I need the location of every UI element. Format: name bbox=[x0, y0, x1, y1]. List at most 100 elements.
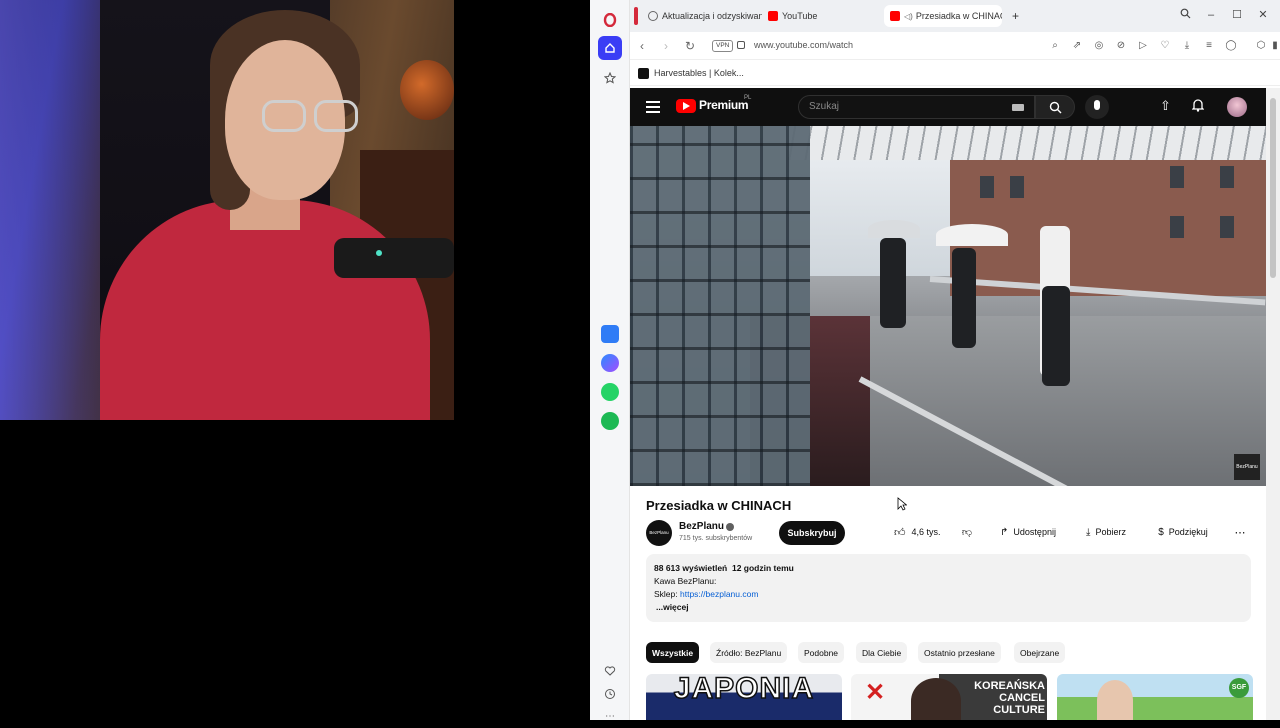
scrollbar-thumb[interactable] bbox=[1270, 98, 1276, 278]
minimize-icon[interactable]: – bbox=[1204, 8, 1218, 22]
tab-przesiadka[interactable]: ◁) Przesiadka w CHINACH bbox=[884, 5, 1002, 27]
video-scene-pedestrian bbox=[952, 248, 976, 348]
tab-bar: Aktualizacja i odzyskiwanie YouTube ◁) P… bbox=[630, 0, 1280, 32]
bookmark-harvestables[interactable]: Harvestables | Kolek... bbox=[654, 68, 744, 78]
premium-region: PL bbox=[744, 95, 752, 101]
bookmarks-bar: Harvestables | Kolek... bbox=[630, 62, 1280, 86]
tab-aktualizacja[interactable]: Aktualizacja i odzyskiwanie bbox=[648, 5, 762, 27]
bookmark-favicon-icon bbox=[638, 68, 649, 79]
back-icon[interactable]: ‹ bbox=[634, 38, 650, 54]
star-icon[interactable] bbox=[598, 66, 622, 90]
tab-island-marker bbox=[634, 7, 638, 25]
search-input[interactable]: Szukaj bbox=[798, 95, 1035, 119]
spotify-icon[interactable] bbox=[598, 409, 622, 433]
extensions-icon[interactable]: ⬡ bbox=[1254, 39, 1268, 53]
history-icon[interactable] bbox=[598, 682, 622, 706]
whatsapp-icon[interactable] bbox=[598, 380, 622, 404]
app-store-icon[interactable] bbox=[598, 322, 622, 346]
share-icon: ↱ bbox=[1000, 526, 1009, 538]
forward-icon[interactable]: › bbox=[658, 38, 674, 54]
adblock-icon[interactable]: ⊘ bbox=[1114, 39, 1128, 53]
heart-icon[interactable] bbox=[598, 659, 622, 683]
youtube-page: Premium PL Szukaj ⇧ BezPlanu Przesiadka … bbox=[630, 88, 1266, 720]
like-button[interactable]: 👍︎ 4,6 tys. bbox=[888, 520, 948, 544]
webcam-microphone-led bbox=[376, 250, 382, 256]
maximize-icon[interactable]: ☐ bbox=[1230, 8, 1244, 22]
subscribe-button[interactable]: Subskrybuj bbox=[779, 521, 845, 545]
thumbnail-title: KOREAŃSKA CANCEL CULTURE bbox=[974, 680, 1045, 716]
voice-search-button[interactable] bbox=[1085, 95, 1109, 119]
premium-logo-text[interactable]: Premium bbox=[699, 98, 749, 112]
video-scene-window bbox=[1170, 166, 1184, 188]
share-page-icon[interactable]: ⇗ bbox=[1070, 39, 1084, 53]
video-scene-canopy bbox=[780, 126, 1266, 160]
webcam-glasses-left bbox=[262, 100, 306, 132]
video-scene-window bbox=[1010, 176, 1024, 198]
search-page-icon[interactable]: ⌕ bbox=[1048, 39, 1062, 53]
video-scene-building bbox=[950, 146, 1266, 296]
thanks-label: Podziękuj bbox=[1168, 527, 1208, 537]
dislike-button[interactable]: 👎︎ bbox=[956, 520, 978, 544]
download-label: Pobierz bbox=[1095, 527, 1126, 537]
menu-icon[interactable] bbox=[646, 99, 660, 113]
keyboard-icon[interactable] bbox=[1012, 104, 1024, 111]
tab-label: Przesiadka w CHINACH bbox=[915, 11, 1002, 21]
search-button[interactable] bbox=[1035, 95, 1075, 119]
page-scrollbar[interactable] bbox=[1266, 88, 1280, 720]
channel-avatar[interactable]: BezPlanu bbox=[646, 520, 672, 546]
browser-window: ⋯ Aktualizacja i odzyskiwanie YouTube ◁)… bbox=[590, 0, 1280, 722]
new-tab-button[interactable]: + bbox=[1012, 5, 1024, 27]
lock-icon[interactable] bbox=[737, 41, 745, 49]
messenger-icon[interactable] bbox=[598, 351, 622, 375]
download-arrow-icon: ⤓ bbox=[1086, 526, 1091, 538]
chip-all[interactable]: Wszystkie bbox=[646, 642, 700, 663]
recommendation-thumbnail[interactable]: ✕ KOREAŃSKA CANCEL CULTURE bbox=[851, 674, 1047, 720]
profile-icon[interactable]: ◯ bbox=[1224, 39, 1238, 53]
vpn-badge[interactable]: VPN bbox=[712, 40, 734, 52]
channel-name[interactable]: BezPlanu bbox=[679, 521, 724, 532]
sidebar-more-icon[interactable]: ⋯ bbox=[598, 704, 622, 728]
thumbnail-title: JAPONIA bbox=[673, 674, 815, 706]
chip-source[interactable]: Źródło: BezPlanu bbox=[710, 642, 788, 663]
favorite-heart-icon[interactable]: ♡ bbox=[1158, 39, 1172, 53]
snapshot-icon[interactable]: ◎ bbox=[1092, 39, 1106, 53]
thanks-button[interactable]: $ Podziękuj bbox=[1148, 520, 1218, 544]
upload-icon[interactable]: ⇧ bbox=[1160, 98, 1171, 114]
download-button[interactable]: ⤓ Pobierz bbox=[1078, 520, 1134, 544]
chip-watched[interactable]: Obejrzane bbox=[1014, 642, 1066, 663]
subscriber-count: 715 tys. subskrybentów bbox=[679, 535, 753, 542]
description-more-button[interactable]: ...więcej bbox=[656, 601, 1243, 614]
notifications-bell-icon[interactable] bbox=[1191, 98, 1205, 112]
opera-sidebar: ⋯ bbox=[590, 0, 630, 722]
tab-search-icon[interactable] bbox=[1178, 8, 1192, 22]
shop-link[interactable]: https://bezplanu.com bbox=[680, 589, 758, 599]
url-field[interactable]: www.youtube.com/watch bbox=[754, 40, 853, 50]
address-bar: ‹ › ↻ VPN www.youtube.com/watch ⌕ ⇗ ◎ ⊘ … bbox=[630, 32, 1280, 60]
opera-logo-icon[interactable] bbox=[598, 8, 622, 32]
tab-youtube[interactable]: YouTube bbox=[768, 5, 878, 27]
chip-similar[interactable]: Podobne bbox=[798, 642, 845, 663]
more-actions-button[interactable]: ⋯ bbox=[1230, 520, 1250, 544]
sidebar-toggle-icon[interactable]: ▮ bbox=[1272, 39, 1278, 53]
share-button[interactable]: ↱ Udostępnij bbox=[992, 520, 1064, 544]
home-icon[interactable] bbox=[598, 36, 622, 60]
youtube-logo-icon[interactable] bbox=[676, 99, 696, 113]
channel-row: BezPlanu BezPlanu 715 tys. subskrybentów… bbox=[646, 520, 1256, 548]
video-player[interactable]: BezPlanu bbox=[630, 126, 1266, 486]
recommendation-thumbnail[interactable]: SGF bbox=[1057, 674, 1253, 720]
like-count: 4,6 tys. bbox=[911, 527, 941, 537]
reload-icon[interactable]: ↻ bbox=[682, 38, 698, 54]
webcam-background-globe bbox=[400, 60, 454, 120]
webcam-feed bbox=[0, 0, 454, 420]
avatar[interactable] bbox=[1227, 97, 1247, 117]
player-icon[interactable]: ▷ bbox=[1136, 39, 1150, 53]
close-icon[interactable]: ✕ bbox=[1256, 8, 1270, 22]
description-box[interactable]: 88 613 wyświetleń 12 godzin temu Kawa Be… bbox=[646, 554, 1251, 622]
thumbs-up-icon: 👍︎ bbox=[894, 526, 906, 539]
recommendation-thumbnail[interactable]: JAPONIA bbox=[646, 674, 842, 720]
easy-setup-icon[interactable]: ≡ bbox=[1202, 39, 1216, 53]
chip-for-you[interactable]: Dla Ciebie bbox=[856, 642, 908, 663]
download-icon[interactable]: ⤓ bbox=[1180, 39, 1194, 53]
tab-label: Aktualizacja i odzyskiwanie bbox=[662, 11, 762, 21]
chip-recently-uploaded[interactable]: Ostatnio przesłane bbox=[918, 642, 1001, 663]
